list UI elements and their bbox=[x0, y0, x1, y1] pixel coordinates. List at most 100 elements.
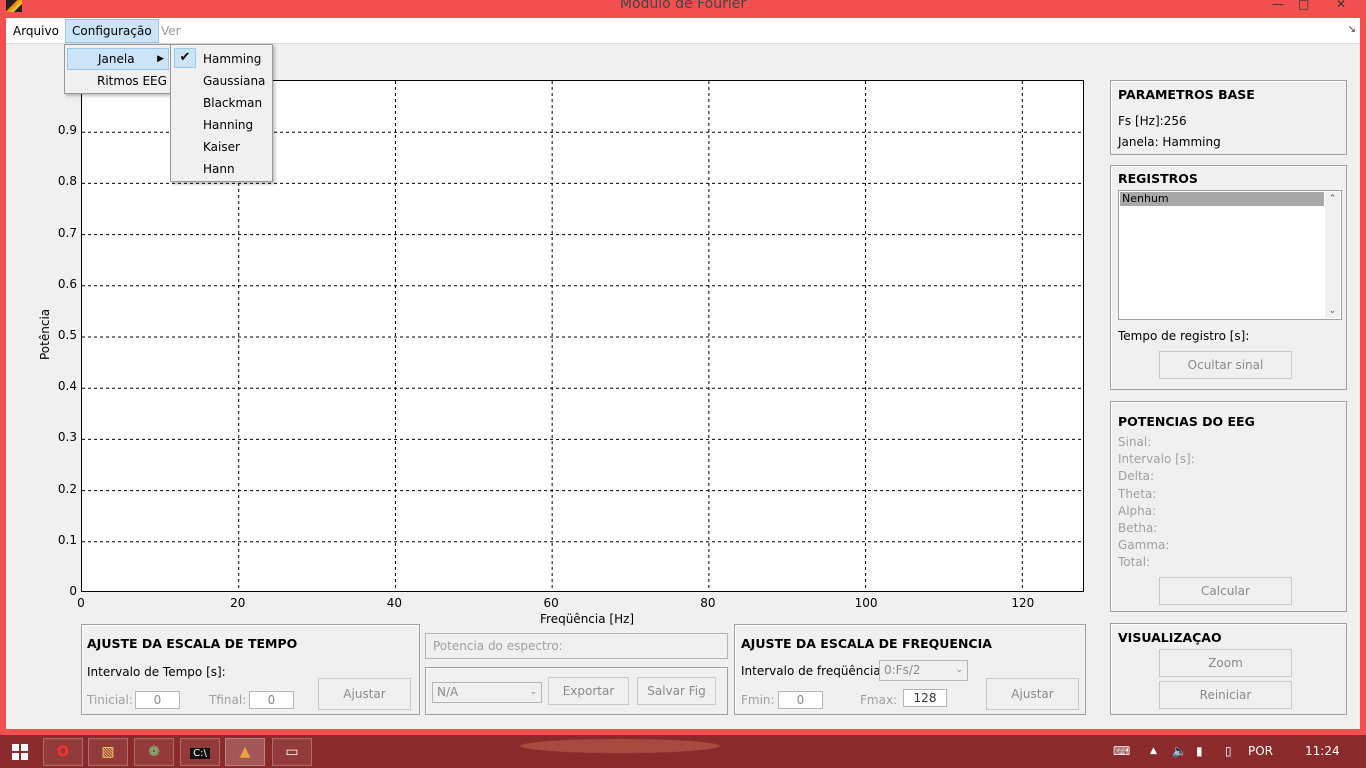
window-option-kaiser[interactable]: Kaiser bbox=[173, 136, 270, 158]
janela-label: Janela: Hamming bbox=[1118, 135, 1221, 149]
list-item[interactable]: Nenhum bbox=[1120, 192, 1324, 206]
ocultar-sinal-button[interactable]: Ocultar sinal bbox=[1159, 351, 1292, 379]
sinal-label: Sinal: bbox=[1118, 435, 1152, 449]
janela-submenu: ✔ Hamming Gaussiana Blackman Hanning Kai… bbox=[170, 44, 273, 182]
exportar-button[interactable]: Exportar bbox=[548, 677, 629, 705]
window-option-gaussiana[interactable]: Gaussiana bbox=[173, 70, 270, 92]
x-tick-label: 0 bbox=[77, 596, 85, 610]
fmin-label: Fmin: bbox=[741, 693, 775, 707]
window-option-hamming[interactable]: Hamming bbox=[173, 48, 270, 70]
window-option-hanning[interactable]: Hanning bbox=[173, 114, 270, 136]
keyboard-icon[interactable]: ⌨ bbox=[1113, 735, 1130, 768]
dock-arrow-icon[interactable]: ↘ bbox=[1348, 24, 1356, 35]
minimize-icon[interactable]: — bbox=[1272, 0, 1284, 11]
network-icon[interactable]: ▮ bbox=[1196, 735, 1203, 768]
ajustar-frequencia-button[interactable]: Ajustar bbox=[986, 678, 1079, 710]
x-tick-label: 120 bbox=[1011, 596, 1035, 610]
file-explorer-icon[interactable]: ▧ bbox=[88, 738, 128, 766]
y-tick-label: 0.7 bbox=[57, 225, 77, 240]
alpha-label: Alpha: bbox=[1118, 504, 1157, 518]
command-prompt-icon[interactable]: C:\ bbox=[180, 738, 220, 766]
gamma-label: Gamma: bbox=[1118, 538, 1170, 552]
menu-bar: Arquivo Configuração Ver ↘ bbox=[6, 18, 1360, 44]
tinicial-label: Tinicial: bbox=[87, 693, 133, 707]
x-axis-label: Freqüência [Hz] bbox=[540, 612, 635, 626]
panel-title: PARAMETROS BASE bbox=[1118, 87, 1255, 102]
export-panel: N/A ⌄ Exportar Salvar Fig bbox=[425, 667, 728, 715]
parametros-base-panel: PARAMETROS BASE Fs [Hz]:256 Janela: Hamm… bbox=[1110, 80, 1347, 155]
volume-icon[interactable]: 🔈 bbox=[1172, 735, 1187, 768]
matlab-icon[interactable]: ▲ bbox=[225, 738, 265, 766]
calcular-button[interactable]: Calcular bbox=[1159, 577, 1292, 605]
x-tick-label: 40 bbox=[386, 596, 403, 610]
theta-label: Theta: bbox=[1118, 487, 1157, 501]
x-tick-label: 100 bbox=[854, 596, 878, 610]
taskbar: O ▧ ❁ C:\ ▲ ▭ ⌨ ▲ 🔈 ▮ ▯ POR 11:24 bbox=[0, 735, 1366, 768]
scroll-up-icon[interactable]: ⌃ bbox=[1325, 194, 1340, 204]
battery-icon[interactable]: ▯ bbox=[1225, 735, 1232, 768]
y-tick-label: 0.1 bbox=[57, 532, 77, 547]
chevron-down-icon: ⌄ bbox=[529, 687, 537, 697]
window-app-icon[interactable]: ▭ bbox=[272, 738, 312, 766]
registros-panel: REGISTROS Nenhum ⌃ ⌄ Tempo de registro [… bbox=[1110, 165, 1347, 390]
frequency-range-select[interactable]: 0:Fs/2 ⌄ bbox=[879, 660, 968, 681]
tempo-registro-label: Tempo de registro [s]: bbox=[1118, 329, 1250, 343]
scroll-down-icon[interactable]: ⌄ bbox=[1325, 306, 1340, 316]
y-tick-label: 0 bbox=[69, 584, 77, 598]
ajustar-tempo-button[interactable]: Ajustar bbox=[318, 678, 411, 710]
betha-label: Betha: bbox=[1118, 521, 1158, 535]
ajuste-frequencia-panel: AJUSTE DA ESCALA DE FREQUENCIA Intervalo… bbox=[734, 624, 1086, 715]
app-icon[interactable]: ❁ bbox=[134, 738, 174, 766]
menu-arquivo[interactable]: Arquivo bbox=[7, 19, 65, 43]
windows-start-icon[interactable] bbox=[12, 744, 28, 760]
title-bar: Modulo de Fourier — □ ✕ bbox=[0, 0, 1366, 18]
panel-title: VISUALIZAÇAO bbox=[1118, 630, 1222, 645]
tray-expand-icon[interactable]: ▲ bbox=[1150, 735, 1157, 768]
clock[interactable]: 11:24 bbox=[1305, 735, 1340, 768]
delta-label: Delta: bbox=[1118, 469, 1155, 483]
reiniciar-button[interactable]: Reiniciar bbox=[1159, 681, 1292, 709]
tfinal-label: Tfinal: bbox=[209, 693, 247, 707]
menu-item-janela-label: Janela bbox=[98, 52, 135, 66]
panel-title: POTENCIAS DO EEG bbox=[1118, 414, 1255, 429]
x-tick-label: 80 bbox=[700, 596, 716, 610]
panel-title: AJUSTE DA ESCALA DE FREQUENCIA bbox=[741, 636, 992, 651]
fmin-input[interactable]: 0 bbox=[778, 691, 823, 709]
intervalo-tempo-label: Intervalo de Tempo [s]: bbox=[87, 665, 226, 679]
tfinal-input[interactable]: 0 bbox=[249, 691, 294, 709]
y-tick-label: 0.3 bbox=[57, 430, 77, 445]
menu-configuracao[interactable]: Configuração bbox=[65, 19, 159, 43]
window-title: Modulo de Fourier bbox=[619, 0, 747, 12]
maximize-icon[interactable]: □ bbox=[1298, 0, 1309, 11]
salvar-fig-button[interactable]: Salvar Fig bbox=[637, 677, 716, 705]
panel-title: REGISTROS bbox=[1118, 171, 1198, 186]
fmax-label: Fmax: bbox=[860, 693, 898, 707]
potencia-espectro-field[interactable]: Potencia do espectro: bbox=[425, 633, 728, 659]
y-tick-label: 0.6 bbox=[57, 276, 77, 291]
y-tick-label: 0.8 bbox=[57, 174, 77, 189]
zoom-button[interactable]: Zoom bbox=[1159, 649, 1292, 677]
visualizacao-panel: VISUALIZAÇAO Zoom Reiniciar bbox=[1110, 623, 1347, 715]
fmax-input[interactable]: 128 bbox=[903, 689, 947, 707]
scrollbar[interactable]: ⌃ ⌄ bbox=[1325, 192, 1340, 318]
registros-listbox[interactable]: Nenhum ⌃ ⌄ bbox=[1118, 190, 1342, 320]
tinicial-input[interactable]: 0 bbox=[135, 691, 180, 709]
opera-icon[interactable]: O bbox=[43, 738, 83, 766]
menu-item-janela[interactable]: Janela ▶ bbox=[67, 48, 169, 70]
y-tick-label: 0.9 bbox=[57, 123, 77, 138]
window-option-hann[interactable]: Hann bbox=[173, 158, 270, 180]
submenu-arrow-icon: ▶ bbox=[157, 54, 164, 64]
intervalo-label: Intervalo [s]: bbox=[1118, 452, 1195, 466]
close-icon[interactable]: ✕ bbox=[1336, 0, 1346, 11]
y-tick-label: 0.2 bbox=[57, 481, 77, 496]
y-axis-label: Potência bbox=[38, 308, 52, 360]
x-tick-label: 60 bbox=[543, 596, 559, 610]
menu-item-ritmos-eeg[interactable]: Ritmos EEG bbox=[67, 70, 169, 92]
export-format-select[interactable]: N/A ⌄ bbox=[432, 682, 542, 703]
window-option-blackman[interactable]: Blackman bbox=[173, 92, 270, 114]
intervalo-frequencia-label: Intervalo de freqüência: bbox=[741, 664, 885, 678]
x-tick-label: 20 bbox=[230, 596, 246, 610]
y-tick-label: 0.4 bbox=[57, 379, 77, 394]
menu-ver[interactable]: Ver bbox=[155, 19, 187, 43]
language-indicator[interactable]: POR bbox=[1248, 735, 1273, 768]
